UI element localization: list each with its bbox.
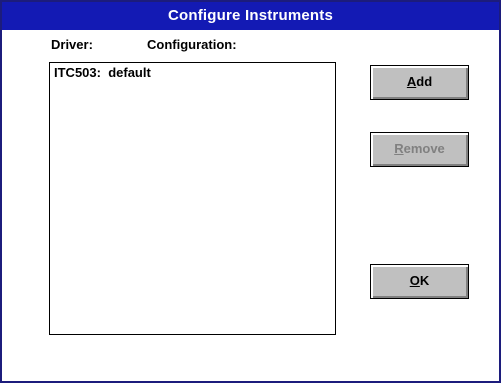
add-button-mnemonic: A — [406, 74, 417, 89]
driver-column-header: Driver: — [51, 37, 93, 52]
list-item-configuration: default — [108, 65, 151, 80]
instrument-listbox[interactable]: ITC503: default — [49, 62, 336, 335]
configuration-column-header: Configuration: — [147, 37, 237, 52]
title-bar[interactable]: Configure Instruments — [2, 2, 499, 30]
configure-instruments-dialog: Configure Instruments Driver: Configurat… — [0, 0, 501, 383]
add-button-label: dd — [416, 74, 433, 89]
ok-button-mnemonic: O — [409, 273, 420, 288]
ok-button-label: K — [419, 273, 430, 288]
ok-button[interactable]: OK — [370, 264, 469, 299]
list-item-driver: ITC503: — [54, 65, 101, 80]
add-button[interactable]: Add — [370, 65, 469, 100]
list-item[interactable]: ITC503: default — [54, 65, 151, 80]
remove-button[interactable]: Remove — [370, 132, 469, 167]
remove-button-mnemonic: R — [394, 141, 404, 156]
remove-button-label: emove — [403, 141, 445, 156]
